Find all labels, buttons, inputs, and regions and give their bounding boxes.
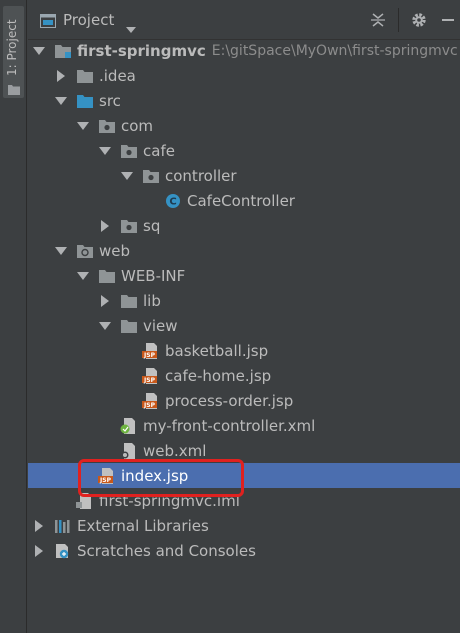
web-folder-icon	[76, 243, 94, 259]
chevron-down-icon[interactable]	[76, 119, 90, 133]
arrow-spacer	[120, 369, 134, 383]
java-class-icon: C	[164, 193, 182, 209]
package-icon	[142, 168, 160, 184]
project-panel-header: Project	[28, 0, 460, 40]
chevron-right-icon[interactable]	[32, 519, 46, 533]
tree-row-label: basketball.jsp	[165, 341, 269, 360]
tree-row-label: view	[143, 316, 178, 335]
spring-xml-icon	[120, 417, 138, 434]
tree-row[interactable]: lib	[28, 288, 460, 313]
chevron-down-icon[interactable]	[76, 269, 90, 283]
arrow-spacer	[120, 344, 134, 358]
tree-row-label: lib	[143, 291, 161, 310]
chevron-down-icon[interactable]	[54, 244, 68, 258]
tree-row[interactable]: controller	[28, 163, 460, 188]
tree-row[interactable]: C CafeController	[28, 188, 460, 213]
xml-file-icon	[120, 442, 138, 459]
tree-row-label: cafe	[143, 141, 175, 160]
tree-row-label: CafeController	[187, 191, 295, 210]
tree-row[interactable]: src	[28, 88, 460, 113]
tree-row-label: cafe-home.jsp	[165, 366, 272, 385]
libraries-icon	[54, 518, 72, 534]
tree-row-label: my-front-controller.xml	[143, 416, 316, 435]
svg-text:JSP: JSP	[143, 352, 156, 359]
tree-row[interactable]: my-front-controller.xml	[28, 413, 460, 438]
tree-row-label: Scratches and Consoles	[77, 541, 256, 560]
tree-row[interactable]: Scratches and Consoles	[28, 538, 460, 563]
arrow-spacer	[98, 444, 112, 458]
folder-icon	[120, 293, 138, 309]
header-divider	[398, 8, 399, 32]
tree-row-label: controller	[165, 166, 237, 185]
folder-icon	[76, 68, 94, 84]
chevron-down-icon[interactable]	[126, 18, 136, 37]
tree-row-label: web.xml	[143, 441, 207, 460]
tree-row-label: WEB-INF	[121, 266, 186, 285]
tree-row[interactable]: External Libraries	[28, 513, 460, 538]
svg-text:JSP: JSP	[143, 377, 156, 384]
gear-icon[interactable]	[407, 8, 431, 32]
svg-text:C: C	[169, 196, 176, 207]
chevron-down-icon[interactable]	[54, 94, 68, 108]
tree-row-label: .idea	[99, 66, 136, 85]
panel-title[interactable]: Project	[63, 11, 114, 29]
highlight-annotation	[78, 459, 244, 497]
tree-row[interactable]: first-springmvc E:\gitSpace\MyOwn\first-s…	[28, 38, 460, 63]
arrow-spacer	[120, 394, 134, 408]
tree-row[interactable]: JSP basketball.jsp	[28, 338, 460, 363]
tree-row-label: com	[121, 116, 154, 135]
tree-row[interactable]: JSP process-order.jsp	[28, 388, 460, 413]
tree-row[interactable]: JSP cafe-home.jsp	[28, 363, 460, 388]
tree-row-label: process-order.jsp	[165, 391, 294, 410]
arrow-spacer	[98, 419, 112, 433]
folder-icon	[98, 268, 116, 284]
chevron-right-icon[interactable]	[54, 69, 68, 83]
chevron-right-icon[interactable]	[32, 544, 46, 558]
folder-icon	[120, 318, 138, 334]
project-stripe-label: 1: Project	[5, 19, 19, 76]
arrow-spacer	[54, 494, 68, 508]
package-icon	[120, 143, 138, 159]
chevron-right-icon[interactable]	[98, 294, 112, 308]
project-window-icon	[40, 13, 56, 32]
project-tree: first-springmvc E:\gitSpace\MyOwn\first-s…	[28, 40, 460, 633]
tree-row-label: web	[99, 241, 131, 260]
module-folder-icon	[54, 43, 72, 59]
project-path: E:\gitSpace\MyOwn\first-springmvc	[211, 42, 458, 59]
jsp-file-icon: JSP	[142, 392, 160, 409]
tree-row[interactable]: cafe	[28, 138, 460, 163]
jsp-file-icon: JSP	[142, 342, 160, 359]
tree-row[interactable]: .idea	[28, 63, 460, 88]
chevron-down-icon[interactable]	[98, 319, 112, 333]
scratches-icon	[54, 543, 72, 559]
chevron-down-icon[interactable]	[98, 144, 112, 158]
tree-row[interactable]: com	[28, 113, 460, 138]
chevron-down-icon[interactable]	[32, 44, 46, 58]
tree-row[interactable]: view	[28, 313, 460, 338]
chevron-down-icon[interactable]	[120, 169, 134, 183]
chevron-right-icon[interactable]	[98, 219, 112, 233]
tool-window-stripe: 1: Project	[0, 0, 27, 633]
hide-panel-icon[interactable]	[438, 8, 458, 32]
source-folder-icon	[76, 93, 94, 109]
tree-row-label: src	[99, 91, 121, 110]
package-icon	[120, 218, 138, 234]
tree-row[interactable]: WEB-INF	[28, 263, 460, 288]
tree-row-label: first-springmvc	[77, 41, 206, 60]
jsp-file-icon: JSP	[142, 367, 160, 384]
package-icon	[98, 118, 116, 134]
tree-row-label: sq	[143, 216, 161, 235]
tree-row[interactable]: web	[28, 238, 460, 263]
folder-icon	[8, 80, 20, 99]
arrow-spacer	[142, 194, 156, 208]
svg-text:JSP: JSP	[143, 402, 156, 409]
tree-row-label: External Libraries	[77, 516, 209, 535]
collapse-all-icon[interactable]	[366, 8, 390, 32]
tree-row[interactable]: sq	[28, 213, 460, 238]
